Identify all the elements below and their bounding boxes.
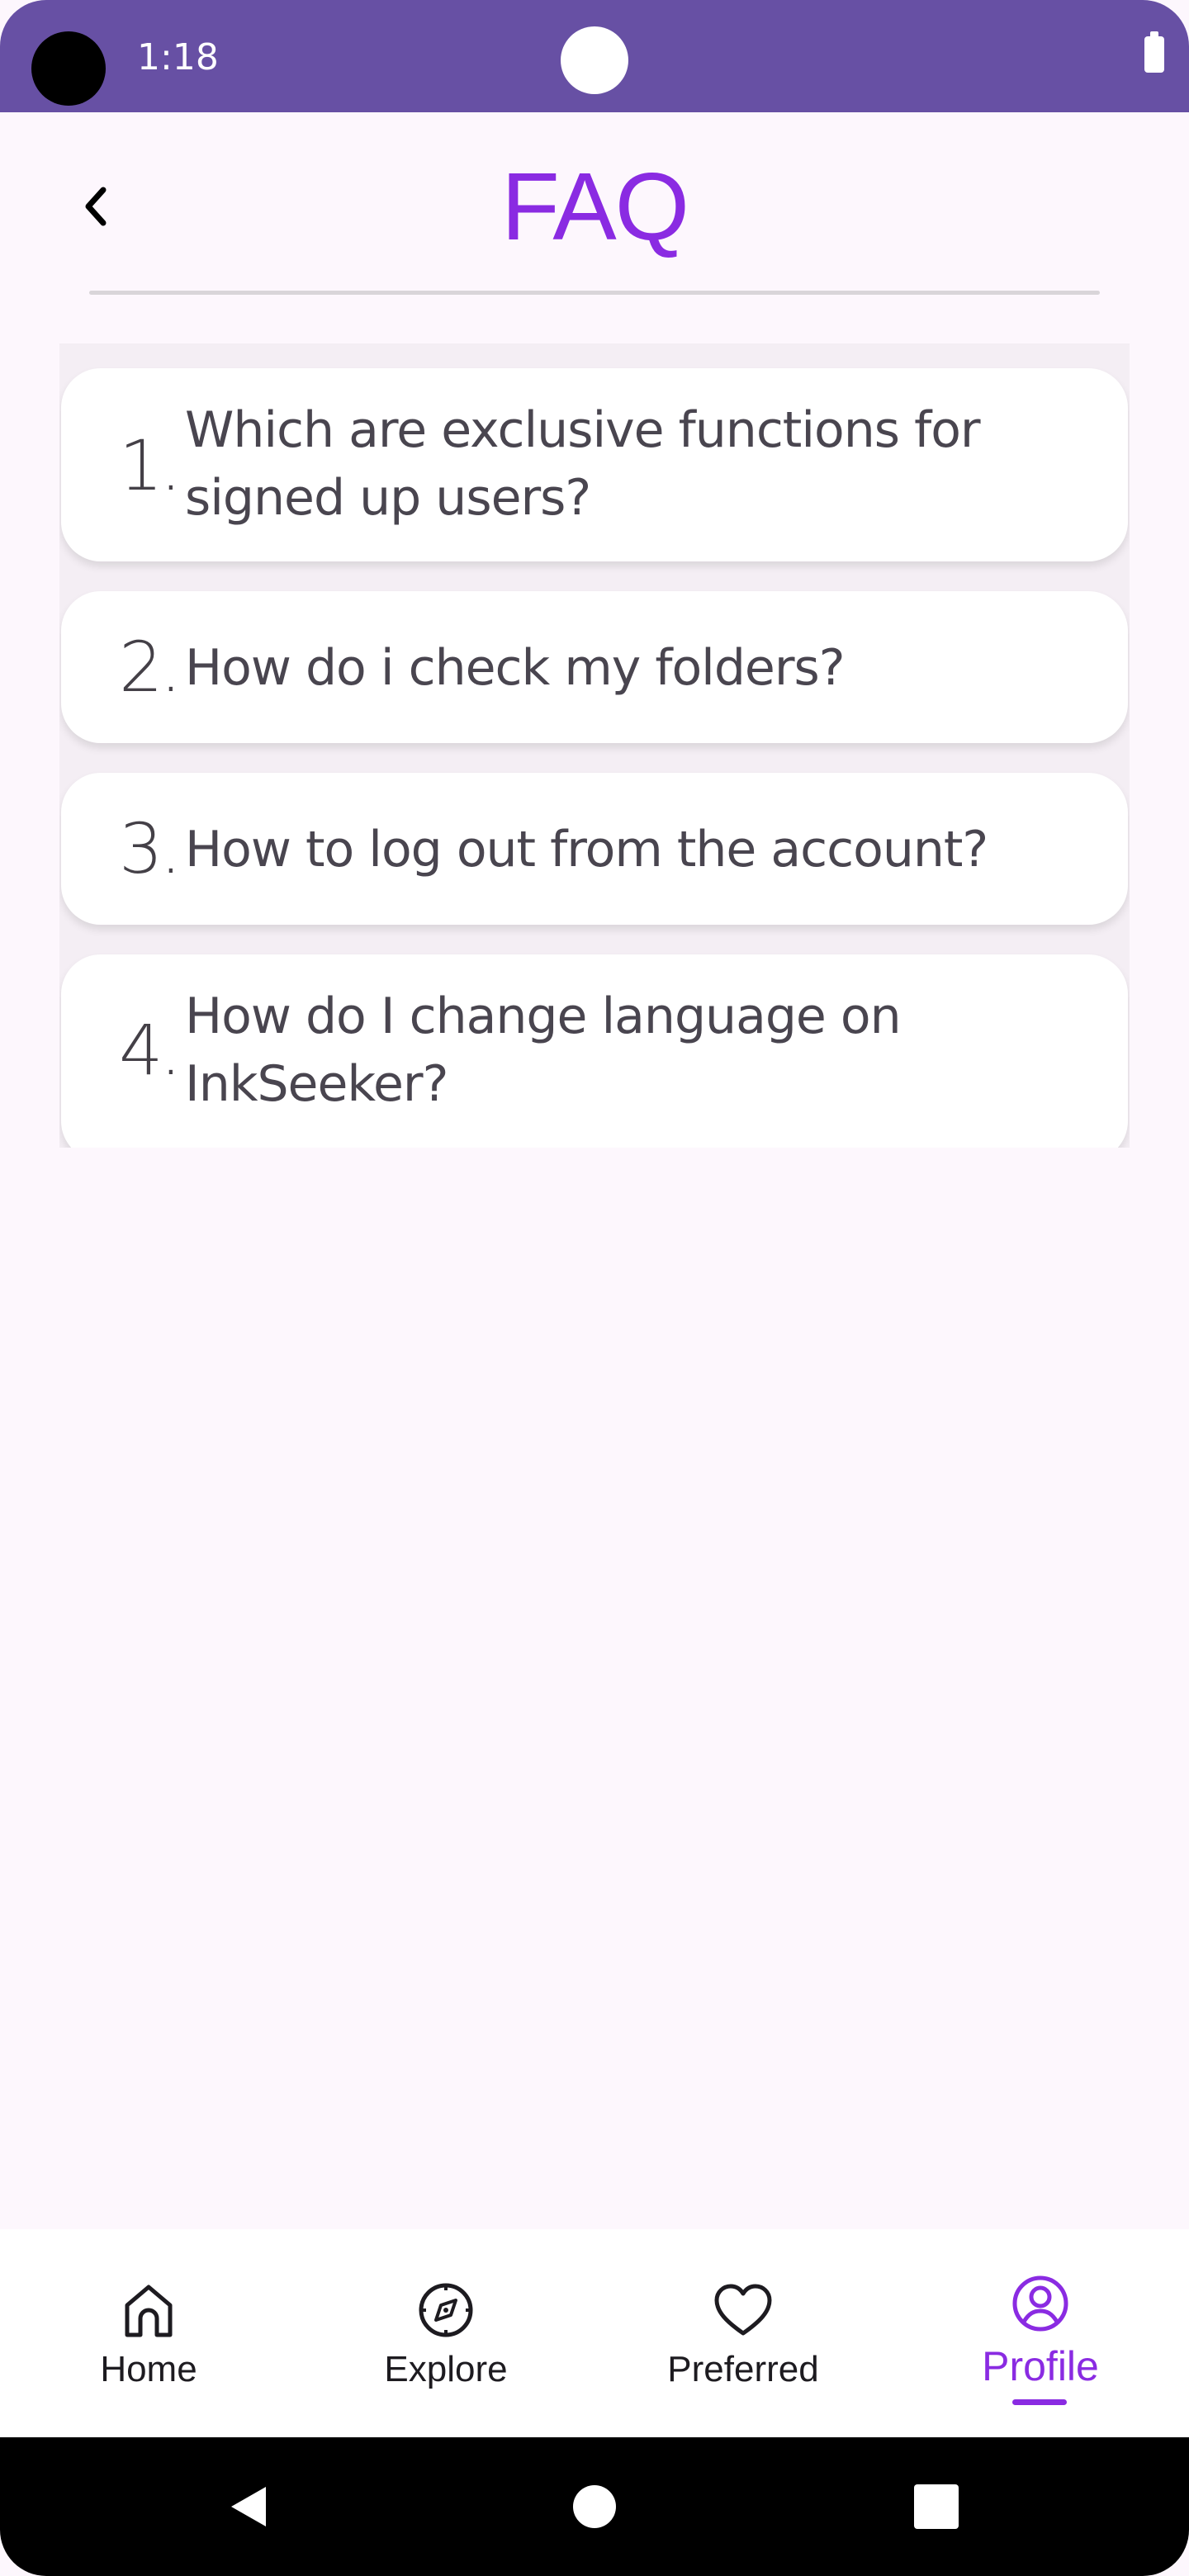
faq-number: 1. xyxy=(119,425,182,506)
nav-explore-label: Explore xyxy=(384,2349,508,2389)
faq-item-4[interactable]: 4. How do I change language on InkSeeker… xyxy=(61,954,1128,1148)
faq-question: How to log out from the account? xyxy=(185,821,988,878)
system-home-button[interactable] xyxy=(545,2437,644,2576)
active-tab-indicator xyxy=(1012,2399,1067,2405)
heart-icon xyxy=(714,2284,772,2336)
nav-profile-label: Profile xyxy=(982,2343,1099,2389)
profile-icon xyxy=(1012,2275,1068,2332)
nav-home-label: Home xyxy=(100,2349,197,2389)
nav-profile[interactable]: Profile xyxy=(892,2229,1189,2437)
system-back-button[interactable] xyxy=(200,2437,299,2576)
faq-item-1[interactable]: 1. Which are exclusive functions for sig… xyxy=(61,368,1128,561)
title-divider xyxy=(89,291,1100,295)
faq-list: 1. Which are exclusive functions for sig… xyxy=(59,343,1130,1148)
battery-icon xyxy=(1144,31,1164,73)
circle-home-icon xyxy=(573,2485,616,2528)
compass-icon xyxy=(419,2283,473,2337)
faq-question: How do i check my folders? xyxy=(185,639,846,697)
nav-home[interactable]: Home xyxy=(0,2229,297,2437)
faq-item-3[interactable]: 3. How to log out from the account? xyxy=(61,773,1128,925)
square-recents-icon xyxy=(914,2484,959,2529)
nav-explore[interactable]: Explore xyxy=(297,2229,594,2437)
page-title: FAQ xyxy=(500,153,689,260)
faq-number: 3. xyxy=(119,808,182,889)
status-time: 1:18 xyxy=(137,36,219,78)
faq-question: Which are exclusive functions for signed… xyxy=(185,401,981,527)
faq-number: 4. xyxy=(119,1010,182,1091)
faq-item-2[interactable]: 2. How do i check my folders? xyxy=(61,591,1128,743)
triangle-back-icon xyxy=(231,2487,266,2526)
faq-number: 2. xyxy=(119,627,182,708)
bottom-nav: Home Explore Preferred Profile xyxy=(0,2229,1189,2437)
camera-cutout xyxy=(31,31,106,106)
faq-question: How do I change language on InkSeeker? xyxy=(185,987,902,1113)
status-bar: 1:18 xyxy=(0,0,1189,112)
system-nav-bar xyxy=(0,2437,1189,2576)
home-icon xyxy=(125,2285,173,2337)
nav-preferred-label: Preferred xyxy=(667,2349,819,2389)
nav-preferred[interactable]: Preferred xyxy=(594,2229,892,2437)
front-camera xyxy=(561,26,628,94)
system-recents-button[interactable] xyxy=(887,2437,986,2576)
